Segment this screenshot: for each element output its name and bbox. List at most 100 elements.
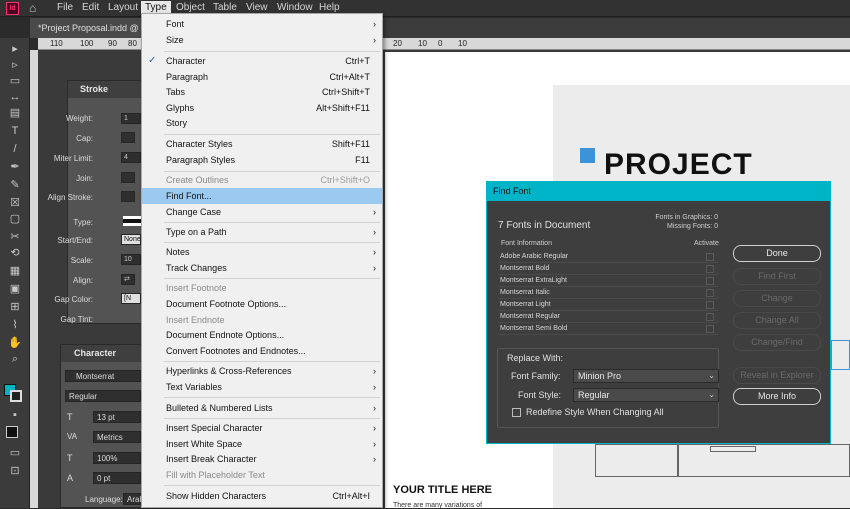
font-style-select[interactable]: Regular ⌄ xyxy=(573,388,719,402)
menu-item-insert-footnote[interactable]: Insert Footnote xyxy=(142,280,382,296)
menu-item-find-font[interactable]: Find Font... xyxy=(142,188,382,204)
weight-field[interactable]: 1 xyxy=(121,113,141,124)
menu-item-size[interactable]: Size › xyxy=(142,32,382,48)
activate-checkbox[interactable] xyxy=(706,265,714,273)
project-title-text[interactable]: PROJECT xyxy=(604,148,753,182)
font-list-item[interactable]: Montserrat Regular xyxy=(498,311,718,323)
menu-item-insert-break-character[interactable]: Insert Break Character › xyxy=(142,451,382,467)
page-tool-icon[interactable]: ▭ xyxy=(7,74,23,88)
activate-checkbox[interactable] xyxy=(706,289,714,297)
activate-checkbox[interactable] xyxy=(706,253,714,261)
menu-item-insert-special-character[interactable]: Insert Special Character › xyxy=(142,420,382,436)
start-end-field[interactable]: None xyxy=(121,234,141,245)
character-panel-title[interactable]: Character xyxy=(61,345,143,362)
activate-checkbox[interactable] xyxy=(706,277,714,285)
selection-tool-icon[interactable]: ▸ xyxy=(7,42,23,56)
stroke-swatch-icon[interactable] xyxy=(10,390,22,402)
rectangle-frame-icon[interactable]: ☒ xyxy=(7,196,23,210)
menu-item-endnote-options[interactable]: Document Endnote Options... xyxy=(142,327,382,343)
menu-item-track-changes[interactable]: Track Changes › xyxy=(142,260,382,276)
menu-item-character[interactable]: ✓ Character Ctrl+T xyxy=(142,53,382,69)
menu-edit[interactable]: Edit xyxy=(82,2,99,13)
miter-limit-field[interactable]: 4 xyxy=(121,152,141,163)
menu-item-paragraph[interactable]: Paragraph Ctrl+Alt+T xyxy=(142,69,382,85)
align-arrow-icon[interactable]: ⇄ xyxy=(121,274,135,285)
menu-item-change-case[interactable]: Change Case › xyxy=(142,204,382,220)
vertical-scale-field[interactable]: 100% xyxy=(93,452,141,464)
menu-object[interactable]: Object xyxy=(176,2,205,13)
free-transform-icon[interactable]: ⟲ xyxy=(7,246,23,260)
content-collector-icon[interactable]: ▤ xyxy=(7,106,23,120)
menu-item-insert-white-space[interactable]: Insert White Space › xyxy=(142,436,382,452)
blue-square-shape[interactable] xyxy=(580,148,595,163)
reveal-in-explorer-button[interactable]: Reveal in Explorer xyxy=(733,367,821,384)
note-tool-icon[interactable]: ▣ xyxy=(7,282,23,296)
document-tab[interactable]: *Project Proposal.indd @ 10 xyxy=(30,18,145,53)
menu-item-hyperlinks[interactable]: Hyperlinks & Cross-References › xyxy=(142,363,382,379)
rectangle-tool-icon[interactable]: ▢ xyxy=(7,212,23,226)
change-all-button[interactable]: Change All xyxy=(733,312,821,329)
gap-tool-icon[interactable]: ↔ xyxy=(7,90,23,104)
color-theme-icon[interactable]: ⊞ xyxy=(7,300,23,314)
home-icon[interactable]: ⌂ xyxy=(29,1,36,15)
menu-item-paragraph-styles[interactable]: Paragraph Styles F11 xyxy=(142,152,382,168)
menu-layout[interactable]: Layout xyxy=(108,2,138,13)
font-list-item[interactable]: Montserrat Bold xyxy=(498,263,718,275)
line-tool-icon[interactable]: / xyxy=(7,142,23,156)
more-info-button[interactable]: More Info xyxy=(733,388,821,405)
activate-checkbox[interactable] xyxy=(706,325,714,333)
menu-view[interactable]: View xyxy=(246,2,268,13)
hand-tool-icon[interactable]: ✋ xyxy=(7,336,23,350)
font-list-item[interactable]: Montserrat ExtraLight xyxy=(498,275,718,287)
change-button[interactable]: Change xyxy=(733,290,821,307)
find-first-button[interactable]: Find First xyxy=(733,268,821,285)
font-style-field[interactable]: Regular xyxy=(65,390,141,402)
menu-item-notes[interactable]: Notes › xyxy=(142,244,382,260)
font-list-item[interactable]: Montserrat Italic xyxy=(498,287,718,299)
pen-tool-icon[interactable]: ✒ xyxy=(7,160,23,174)
stroke-type-swatch[interactable] xyxy=(123,216,143,226)
scissors-tool-icon[interactable]: ✂ xyxy=(7,230,23,244)
menu-item-convert-footnotes[interactable]: Convert Footnotes and Endnotes... xyxy=(142,343,382,359)
pencil-tool-icon[interactable]: ✎ xyxy=(7,178,23,192)
view-mode-icon[interactable]: ▭ xyxy=(7,446,23,460)
your-title-text[interactable]: YOUR TITLE HERE xyxy=(393,484,492,496)
menu-item-fill-placeholder[interactable]: Fill with Placeholder Text xyxy=(142,467,382,483)
scale-field[interactable]: 10 xyxy=(121,254,141,265)
menu-table[interactable]: Table xyxy=(213,2,237,13)
menu-item-type-on-path[interactable]: Type on a Path › xyxy=(142,224,382,240)
menu-item-story[interactable]: Story xyxy=(142,115,382,131)
change-find-button[interactable]: Change/Find xyxy=(733,334,821,351)
diagram-line[interactable] xyxy=(677,444,679,477)
gap-color-field[interactable]: [N xyxy=(121,293,141,304)
zoom-tool-icon[interactable]: ⌕ xyxy=(7,352,23,366)
menu-item-show-hidden-characters[interactable]: Show Hidden Characters Ctrl+Alt+I xyxy=(142,488,382,504)
gradient-swatch-icon[interactable]: ▦ xyxy=(7,264,23,278)
activate-checkbox[interactable] xyxy=(706,301,714,309)
join-miter-icon[interactable] xyxy=(121,172,135,183)
align-center-icon[interactable] xyxy=(121,191,135,202)
cap-butt-icon[interactable] xyxy=(121,132,135,143)
direct-selection-icon[interactable]: ▹ xyxy=(7,58,23,72)
find-font-title[interactable]: Find Font xyxy=(487,182,830,201)
font-size-field[interactable]: 13 pt xyxy=(93,411,141,423)
stroke-panel-title[interactable]: Stroke xyxy=(68,81,143,98)
menu-item-create-outlines[interactable]: Create Outlines Ctrl+Shift+O xyxy=(142,172,382,188)
apply-color-icon[interactable] xyxy=(6,426,18,438)
formatting-affects-icon[interactable]: ▪ xyxy=(7,408,23,422)
language-field[interactable]: Arab xyxy=(123,493,143,505)
menu-item-glyphs[interactable]: Glyphs Alt+Shift+F11 xyxy=(142,100,382,116)
type-tool-icon[interactable]: T xyxy=(7,124,23,138)
menu-window[interactable]: Window xyxy=(277,2,313,13)
diagram-bar[interactable] xyxy=(710,446,756,452)
menu-item-text-variables[interactable]: Text Variables › xyxy=(142,379,382,395)
menu-item-bulleted-lists[interactable]: Bulleted & Numbered Lists › xyxy=(142,400,382,416)
menu-item-character-styles[interactable]: Character Styles Shift+F11 xyxy=(142,136,382,152)
menu-help[interactable]: Help xyxy=(319,2,340,13)
eyedropper-icon[interactable]: ⌇ xyxy=(7,318,23,332)
kerning-field[interactable]: Metrics xyxy=(93,431,141,443)
font-list-item[interactable]: Montserrat Semi Bold xyxy=(498,323,718,335)
baseline-shift-field[interactable]: 0 pt xyxy=(93,472,141,484)
screen-mode-icon[interactable]: ⊡ xyxy=(7,464,23,478)
redefine-style-checkbox[interactable] xyxy=(512,408,521,417)
